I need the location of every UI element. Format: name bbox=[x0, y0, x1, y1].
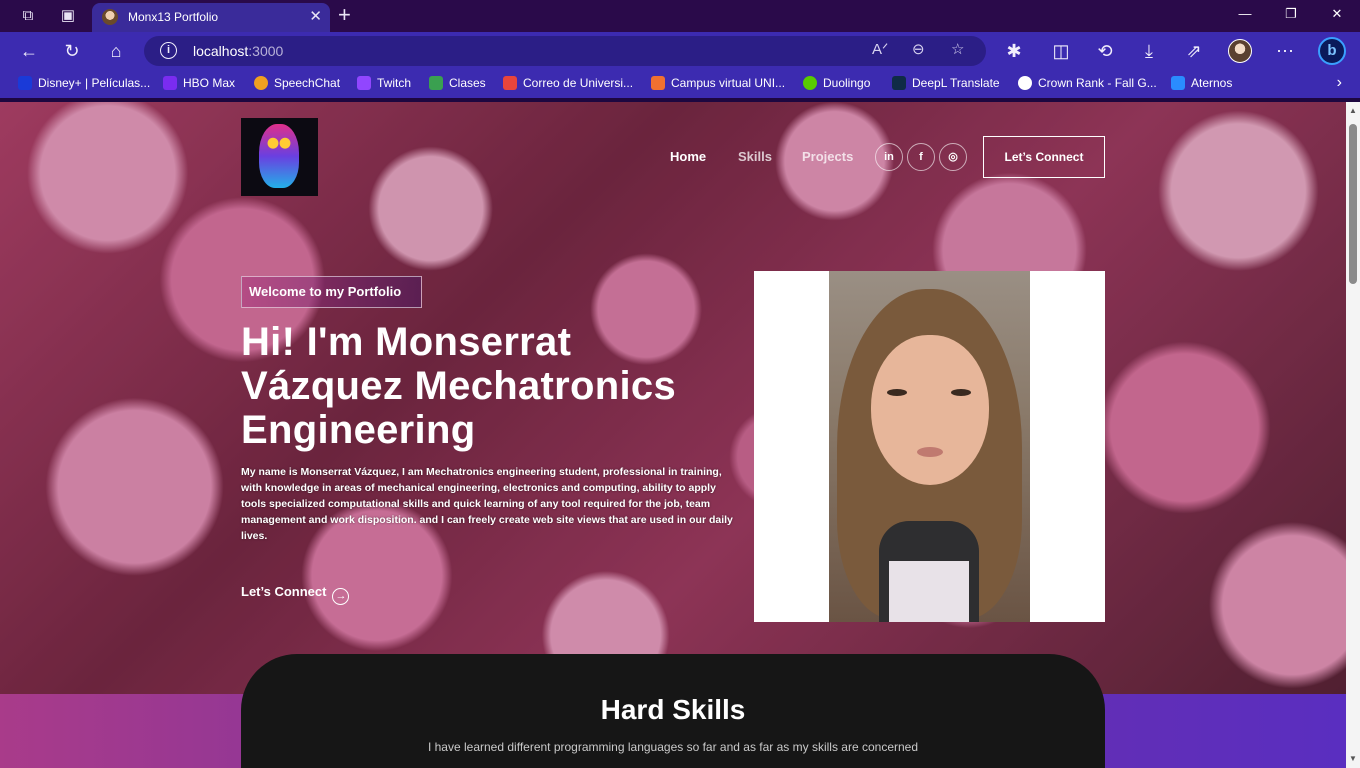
read-aloud-icon[interactable]: Aᐟ bbox=[872, 40, 888, 58]
nav-skills-link[interactable]: Skills bbox=[738, 149, 772, 164]
welcome-tagline: Welcome to my Portfolio bbox=[241, 276, 422, 308]
campus-icon bbox=[651, 76, 665, 90]
skills-title: Hard Skills bbox=[600, 694, 746, 725]
profile-photo bbox=[829, 271, 1030, 622]
gmail-icon bbox=[503, 76, 517, 90]
instagram-icon[interactable]: ◎ bbox=[939, 143, 967, 171]
facebook-icon[interactable]: f bbox=[907, 143, 935, 171]
downloads-icon[interactable]: ⤓ bbox=[1138, 40, 1160, 62]
bookmark-deepl[interactable]: DeepL Translate bbox=[892, 76, 1000, 90]
hero-bio: My name is Monserrat Vázquez, I am Mecha… bbox=[241, 466, 733, 542]
bookmark-crown-rank[interactable]: Crown Rank - Fall G... bbox=[1018, 76, 1157, 90]
hbo-icon bbox=[163, 76, 177, 90]
aternos-icon bbox=[1171, 76, 1185, 90]
bookmark-campus[interactable]: Campus virtual UNI... bbox=[651, 76, 785, 90]
history-icon[interactable]: ⟲ bbox=[1094, 40, 1116, 62]
tab-actions-icon[interactable]: ▣ bbox=[54, 4, 82, 28]
bookmarks-bar: Disney+ | Películas... HBO Max SpeechCha… bbox=[0, 70, 1360, 98]
hero-connect-link[interactable]: Let’s Connect → bbox=[241, 584, 350, 605]
bookmark-hbo[interactable]: HBO Max bbox=[163, 76, 235, 90]
nav-projects-link[interactable]: Projects bbox=[802, 149, 853, 164]
nav-home-link[interactable]: Home bbox=[670, 149, 706, 164]
site-logo[interactable] bbox=[241, 118, 318, 196]
minimize-icon[interactable]: — bbox=[1222, 6, 1268, 21]
extensions-icon[interactable]: ✱ bbox=[1003, 40, 1025, 62]
bookmark-disney[interactable]: Disney+ | Películas... bbox=[18, 76, 150, 90]
tab-title: Monx13 Portfolio bbox=[128, 10, 219, 24]
favorite-star-icon[interactable]: ☆ bbox=[951, 40, 964, 58]
bookmark-duolingo[interactable]: Duolingo bbox=[803, 76, 870, 90]
page-scrollbar[interactable]: ▲ ▼ bbox=[1346, 102, 1360, 768]
bookmark-clases[interactable]: Clases bbox=[429, 76, 486, 90]
scroll-down-icon[interactable]: ▼ bbox=[1349, 754, 1357, 763]
nav-connect-button[interactable]: Let’s Connect bbox=[983, 136, 1105, 178]
new-tab-icon[interactable]: + bbox=[338, 2, 351, 28]
twitch-icon bbox=[357, 76, 371, 90]
arrow-right-circle-icon: → bbox=[332, 588, 350, 605]
crown-rank-icon bbox=[1018, 76, 1032, 90]
window-close-icon[interactable]: ✕ bbox=[1314, 6, 1360, 22]
profile-photo-frame bbox=[754, 271, 1105, 622]
disney-icon bbox=[18, 76, 32, 90]
bookmark-twitch[interactable]: Twitch bbox=[357, 76, 411, 90]
speechchat-icon bbox=[254, 76, 268, 90]
browser-toolbar: ← ↻ ⌂ i localhost:3000 Aᐟ ⊖ ☆ ✱ ◫ ⟲ ⤓ ⇗ … bbox=[0, 32, 1360, 70]
bookmarks-more-chevron-icon[interactable]: › bbox=[1337, 74, 1342, 92]
browser-tab[interactable]: Monx13 Portfolio ✕ bbox=[92, 3, 330, 32]
bookmark-correo[interactable]: Correo de Universi... bbox=[503, 76, 633, 90]
restore-icon[interactable]: ❐ bbox=[1268, 6, 1314, 22]
classroom-icon bbox=[429, 76, 443, 90]
bookmark-speechchat[interactable]: SpeechChat bbox=[254, 76, 340, 90]
duolingo-icon bbox=[803, 76, 817, 90]
profile-avatar[interactable] bbox=[1228, 39, 1252, 63]
split-screen-icon[interactable]: ◫ bbox=[1050, 40, 1072, 62]
url-text: localhost:3000 bbox=[193, 43, 284, 59]
skills-section: Hard Skills I have learned different pro… bbox=[241, 654, 1105, 768]
skills-subtitle: I have learned different programming lan… bbox=[427, 740, 919, 754]
bing-copilot-icon[interactable]: b bbox=[1318, 37, 1346, 65]
share-icon[interactable]: ⇗ bbox=[1183, 40, 1205, 62]
scrollbar-thumb[interactable] bbox=[1349, 124, 1357, 284]
tab-close-icon[interactable]: ✕ bbox=[309, 7, 322, 25]
tab-favicon-icon bbox=[102, 9, 118, 25]
back-icon[interactable]: ← bbox=[18, 40, 40, 62]
browser-titlebar: ⧉ ▣ Monx13 Portfolio ✕ + — ❐ ✕ bbox=[0, 0, 1360, 32]
scroll-up-icon[interactable]: ▲ bbox=[1349, 106, 1357, 115]
more-options-icon[interactable]: ⋯ bbox=[1274, 40, 1296, 62]
deepl-icon bbox=[892, 76, 906, 90]
owl-logo-icon bbox=[259, 124, 299, 188]
zoom-icon[interactable]: ⊖ bbox=[912, 40, 925, 58]
hero-connect-label: Let’s Connect bbox=[241, 584, 327, 599]
home-icon[interactable]: ⌂ bbox=[105, 40, 127, 62]
hero-headline: Hi! I'm Monserrat Vázquez Mechatronics E… bbox=[241, 320, 677, 452]
portfolio-page: Home Skills Projects in f ◎ Let’s Connec… bbox=[0, 102, 1346, 768]
site-info-icon[interactable]: i bbox=[160, 42, 177, 59]
linkedin-icon[interactable]: in bbox=[875, 143, 903, 171]
refresh-icon[interactable]: ↻ bbox=[61, 40, 83, 62]
address-bar[interactable]: i localhost:3000 Aᐟ ⊖ ☆ bbox=[144, 36, 986, 66]
workspaces-icon[interactable]: ⧉ bbox=[14, 4, 42, 28]
bookmark-aternos[interactable]: Aternos bbox=[1171, 76, 1232, 90]
